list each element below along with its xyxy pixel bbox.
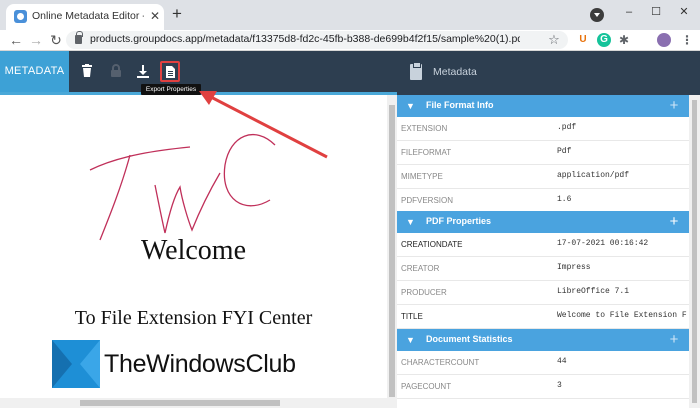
section-document-statistics[interactable]: ▼ Document Statistics + <box>397 329 689 351</box>
tab-title: Online Metadata Editor - Group <box>32 10 144 22</box>
add-property-icon[interactable]: + <box>667 97 681 115</box>
add-property-icon[interactable]: + <box>667 213 681 231</box>
chevron-down-icon[interactable]: ▼ <box>406 216 418 228</box>
property-value[interactable]: Welcome to File Extension F… <box>557 311 687 323</box>
reload-icon[interactable]: ↻ <box>48 30 64 50</box>
windows-club-logo-icon <box>52 340 100 388</box>
lock-icon[interactable] <box>75 31 83 44</box>
browser-toolbar: ← → ↻ products.groupdocs.app/metadata/f1… <box>0 30 700 51</box>
maximize-button[interactable]: ☐ <box>646 3 666 21</box>
viewer-vertical-scrollbar[interactable] <box>387 95 397 408</box>
horizontal-scroll-thumb[interactable] <box>80 400 280 406</box>
puzzle-icon[interactable]: ✱ <box>617 33 631 47</box>
section-title: PDF Properties <box>426 216 492 226</box>
property-row: FILEFORMAT Pdf <box>397 141 689 165</box>
property-key: PAGECOUNT <box>401 382 452 391</box>
section-file-format-info[interactable]: ▼ File Format Info + <box>397 95 689 117</box>
groupdocs-favicon-icon <box>14 10 27 23</box>
property-value: .pdf <box>557 123 577 132</box>
metadata-panel-header: Metadata <box>397 51 700 95</box>
add-property-icon[interactable]: + <box>667 331 681 349</box>
trash-icon[interactable] <box>79 63 95 79</box>
browser-tab-bar: Online Metadata Editor - Group ✕ + – ☐ ✕ <box>0 0 700 30</box>
tab-search-icon[interactable] <box>590 8 604 22</box>
property-value: Impress <box>557 263 591 272</box>
property-row[interactable]: CREATIONDATE 17-07-2021 00:16:42 <box>397 233 689 257</box>
property-row: PDFVERSION 1.6 <box>397 189 689 213</box>
browser-tab[interactable]: Online Metadata Editor - Group ✕ <box>6 4 164 30</box>
metadata-button[interactable]: METADATA <box>0 51 69 92</box>
download-icon[interactable] <box>135 63 151 79</box>
property-value: application/pdf <box>557 171 630 180</box>
export-properties-button[interactable] <box>160 61 180 82</box>
export-properties-icon <box>166 66 175 78</box>
panel-scroll-thumb[interactable] <box>692 100 697 403</box>
back-icon[interactable]: ← <box>8 30 24 50</box>
close-window-button[interactable]: ✕ <box>674 3 694 21</box>
metadata-panel-title: Metadata <box>433 66 477 78</box>
metadata-panel: Metadata ▼ File Format Info + EXTENSION … <box>397 51 700 408</box>
property-row: PRODUCER LibreOffice 7.1 <box>397 281 689 305</box>
profile-avatar[interactable] <box>657 33 671 47</box>
clipboard-icon <box>410 62 422 80</box>
address-bar[interactable]: products.groupdocs.app/metadata/f13375d8… <box>66 31 568 49</box>
section-pdf-properties[interactable]: ▼ PDF Properties + <box>397 211 689 233</box>
property-key: EXTENSION <box>401 124 448 133</box>
tab-close-icon[interactable]: ✕ <box>148 8 162 24</box>
section-title: Document Statistics <box>426 334 513 344</box>
watermark-text: TheWindowsClub <box>104 350 296 378</box>
bookmark-star-icon[interactable]: ☆ <box>546 31 562 49</box>
property-key: TITLE <box>401 312 423 321</box>
export-properties-tooltip: Export Properties <box>141 84 201 95</box>
property-key: CHARACTERCOUNT <box>401 358 480 367</box>
new-tab-button[interactable]: + <box>168 5 186 23</box>
lock-icon[interactable] <box>108 63 124 79</box>
property-value: Pdf <box>557 147 572 156</box>
property-key: PRODUCER <box>401 288 447 297</box>
property-row: CREATOR Impress <box>397 257 689 281</box>
document-subtitle: To File Extension FYI Center <box>74 307 313 329</box>
chevron-down-icon[interactable]: ▼ <box>406 100 418 112</box>
property-row[interactable]: TITLE Welcome to File Extension F… <box>397 305 689 329</box>
browser-menu-icon[interactable]: ⋮ <box>680 33 694 47</box>
property-value[interactable]: 17-07-2021 00:16:42 <box>557 239 687 251</box>
annotation-arrow <box>199 91 328 159</box>
property-key: MIMETYPE <box>401 172 443 181</box>
property-value: LibreOffice 7.1 <box>557 287 630 296</box>
property-row: CHARACTERCOUNT 44 <box>397 351 689 375</box>
vertical-scroll-thumb[interactable] <box>389 105 395 397</box>
grammarly-icon[interactable]: G <box>597 33 611 47</box>
property-key: CREATIONDATE <box>401 240 463 249</box>
url-text[interactable]: products.groupdocs.app/metadata/f13375d8… <box>90 33 520 47</box>
property-value: 3 <box>557 381 562 390</box>
property-value: 1.6 <box>557 195 572 204</box>
u-extension-icon[interactable]: U <box>576 33 590 47</box>
chevron-down-icon[interactable]: ▼ <box>406 334 418 346</box>
viewer-horizontal-scrollbar[interactable] <box>0 398 387 408</box>
minimize-button[interactable]: – <box>619 3 639 21</box>
panel-scrollbar[interactable] <box>689 95 700 408</box>
forward-icon[interactable]: → <box>28 30 44 50</box>
property-key: PDFVERSION <box>401 196 454 205</box>
property-value: 44 <box>557 357 567 366</box>
property-key: CREATOR <box>401 264 440 273</box>
property-row: MIMETYPE application/pdf <box>397 165 689 189</box>
section-title: File Format Info <box>426 100 494 110</box>
property-row: EXTENSION .pdf <box>397 117 689 141</box>
property-row: PAGECOUNT 3 <box>397 375 689 399</box>
property-key: FILEFORMAT <box>401 148 452 157</box>
document-heading: Welcome <box>140 235 247 266</box>
